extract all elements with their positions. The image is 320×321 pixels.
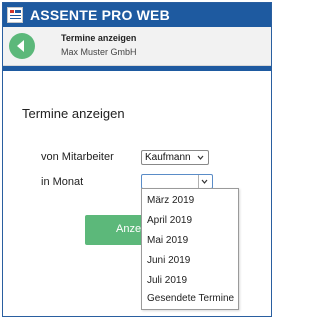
back-button[interactable] [9, 33, 35, 59]
employee-select[interactable]: Kaufmann [141, 150, 209, 165]
dropdown-option[interactable]: Mai 2019 [147, 235, 188, 246]
dropdown-option[interactable]: April 2019 [147, 215, 192, 226]
page-title: Termine anzeigen [61, 33, 137, 43]
chevron-down-icon [198, 175, 210, 188]
month-select[interactable] [141, 174, 213, 189]
title-bar: ASSENTE PRO WEB [3, 3, 271, 27]
header-divider [3, 66, 271, 71]
app-title: ASSENTE PRO WEB [30, 7, 170, 23]
page-header: Termine anzeigen Max Muster GmbH [3, 27, 271, 66]
month-dropdown-list: März 2019 April 2019 Mai 2019 Juni 2019 … [141, 188, 239, 310]
month-label: in Monat [41, 176, 84, 188]
form-heading: Termine anzeigen [22, 106, 125, 121]
arrow-left-icon [17, 40, 24, 52]
company-name: Max Muster GmbH [61, 47, 137, 57]
employee-select-value: Kaufmann [145, 152, 191, 163]
app-logo-icon [7, 7, 23, 23]
employee-label: von Mitarbeiter [41, 151, 114, 163]
app-window: ASSENTE PRO WEB Termine anzeigen Max Mus… [2, 2, 272, 317]
dropdown-option[interactable]: März 2019 [147, 195, 194, 206]
dropdown-option[interactable]: Juni 2019 [147, 255, 190, 266]
dropdown-option[interactable]: Gesendete Termine [147, 293, 234, 304]
dropdown-option[interactable]: Juli 2019 [147, 275, 187, 286]
submit-label: Anze [116, 223, 142, 235]
chevron-down-icon [197, 155, 204, 160]
